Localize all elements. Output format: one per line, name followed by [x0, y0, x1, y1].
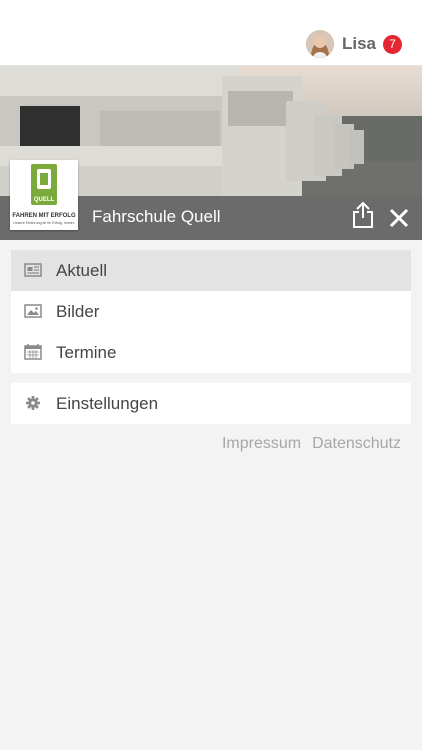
- menu-label: Aktuell: [56, 261, 108, 280]
- menu-label: Termine: [56, 343, 117, 362]
- image-icon: [24, 304, 42, 318]
- content-area: [11, 466, 411, 750]
- share-icon[interactable]: [351, 201, 375, 229]
- notification-badge[interactable]: 7: [383, 34, 402, 54]
- close-icon[interactable]: [388, 207, 410, 229]
- menu-label: Bilder: [56, 302, 100, 321]
- menu-item-aktuell[interactable]: Aktuell: [11, 250, 411, 291]
- user-profile[interactable]: Lisa 7: [305, 29, 402, 59]
- quell-logo-mark: QUELL: [31, 164, 57, 205]
- user-name[interactable]: Lisa: [342, 34, 376, 54]
- user-avatar[interactable]: [305, 30, 334, 58]
- gear-icon: [26, 396, 40, 410]
- settings-menu: Einstellungen: [11, 383, 411, 424]
- top-bar: Lisa 7: [0, 0, 422, 66]
- menu-label: Einstellungen: [56, 394, 159, 413]
- menu-item-termine[interactable]: Termine: [11, 332, 411, 373]
- impressum-link[interactable]: Impressum: [222, 435, 301, 453]
- menu-item-bilder[interactable]: Bilder: [11, 291, 411, 332]
- footer-links: Impressum Datenschutz: [222, 435, 401, 453]
- club-logo: QUELL FAHREN MIT ERFOLG Unsere Erfahrung…: [10, 160, 78, 230]
- newspaper-icon: [24, 263, 42, 277]
- menu-item-einstellungen[interactable]: Einstellungen: [11, 383, 411, 424]
- logo-mark-text: QUELL: [34, 197, 55, 203]
- calendar-icon: [24, 344, 42, 360]
- logo-title: FAHREN MIT ERFOLG: [12, 213, 76, 219]
- datenschutz-link[interactable]: Datenschutz: [312, 435, 401, 453]
- logo-slogan: Unsere Erfahrung ist Ihr Erfolg. Immer.: [13, 221, 75, 225]
- club-name: Fahrschule Quell: [92, 207, 221, 226]
- main-menu: Aktuell Bilder Termine: [11, 250, 411, 373]
